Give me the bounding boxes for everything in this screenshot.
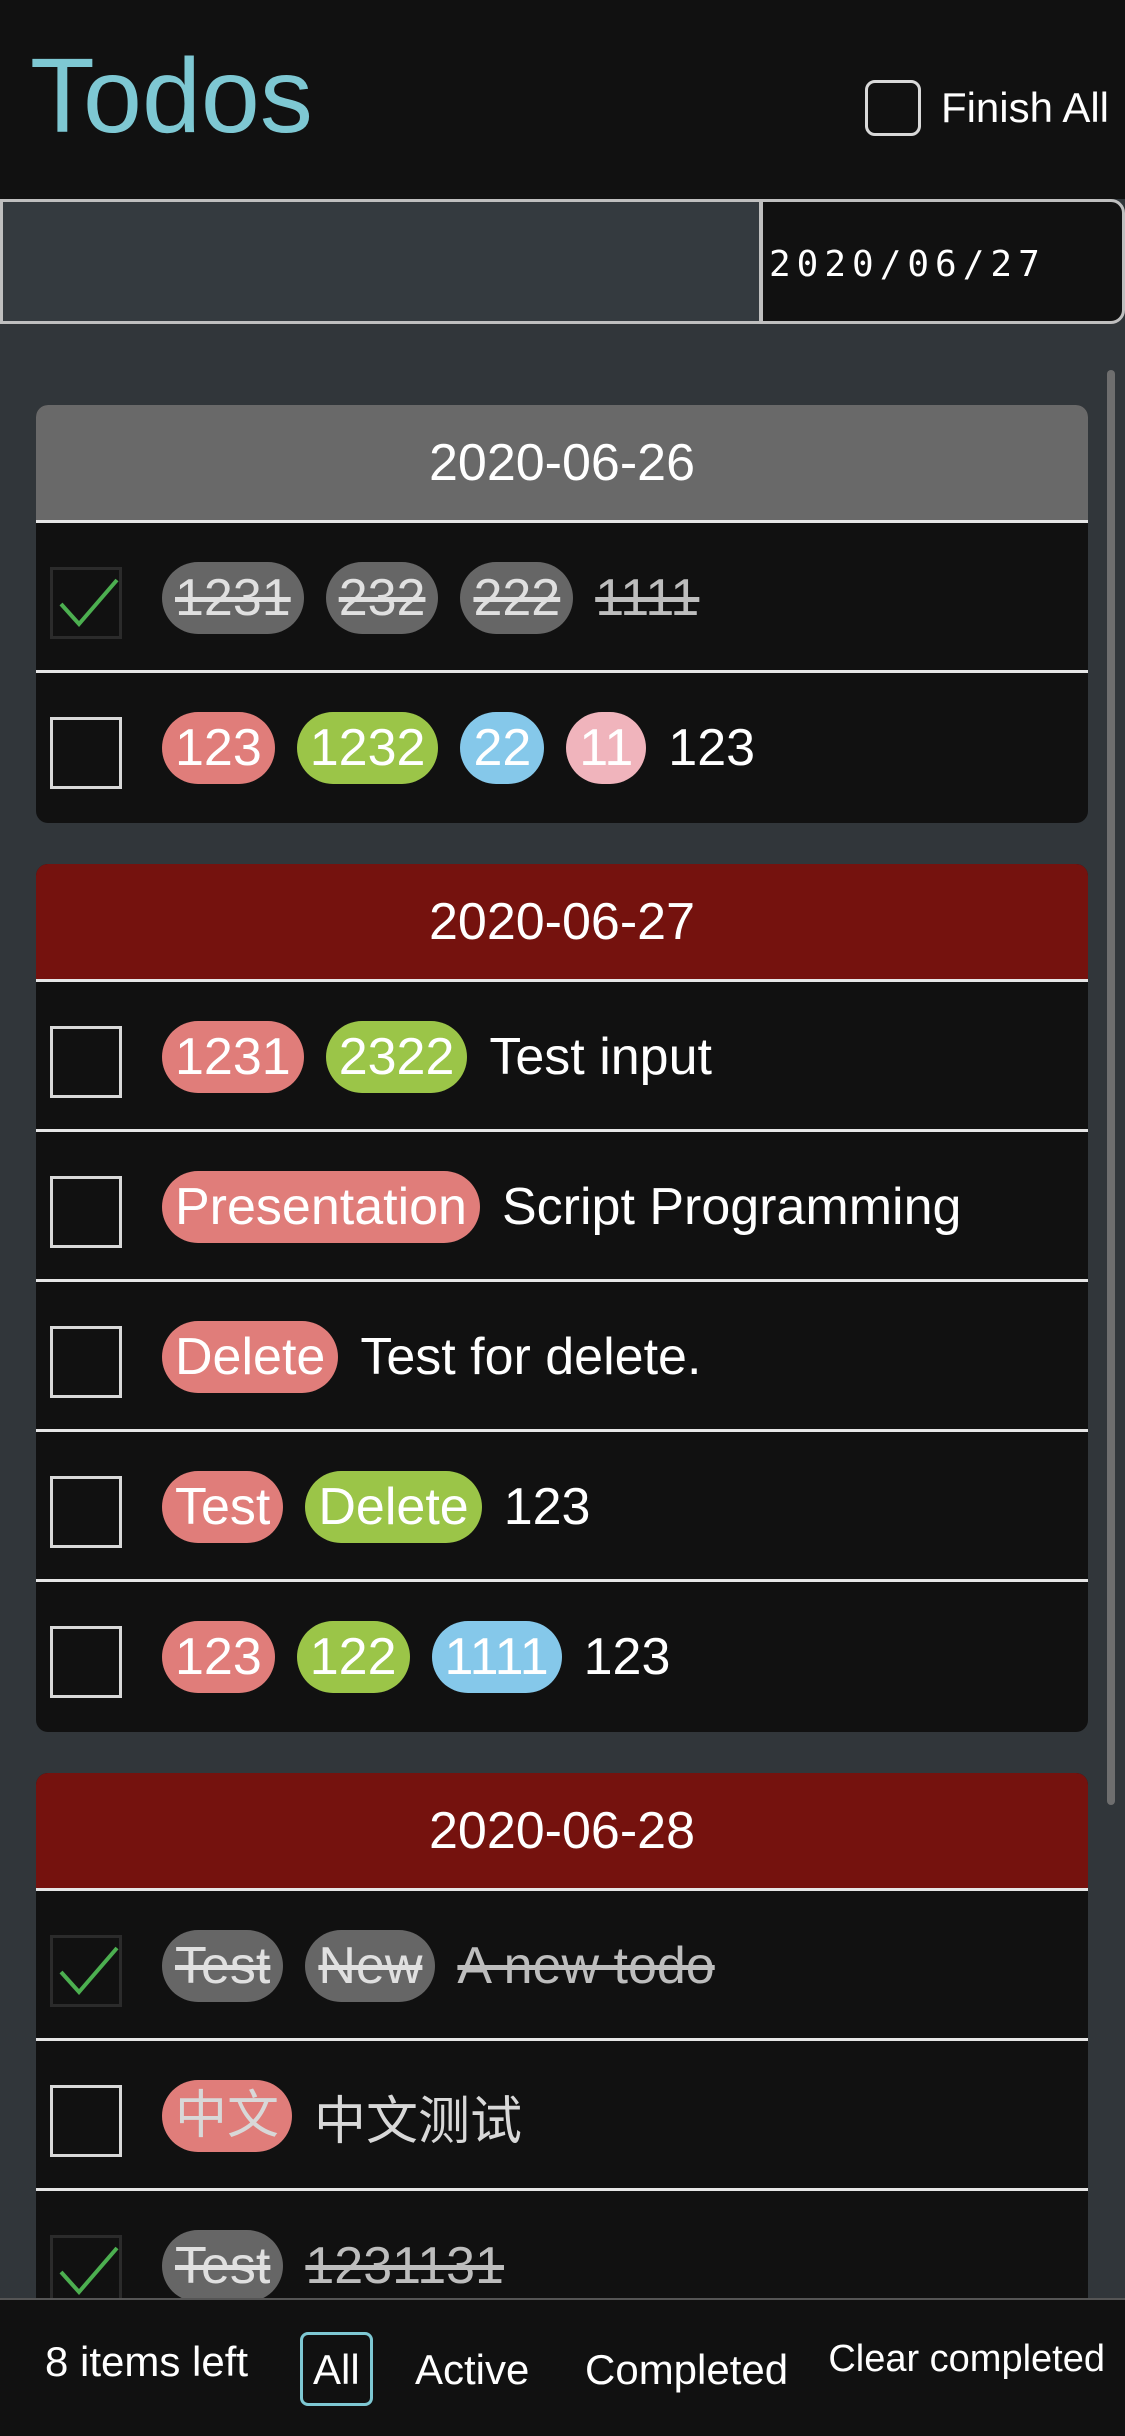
filter-all[interactable]: All <box>300 2332 373 2406</box>
todo-item: Test Delete 123 <box>36 1432 1088 1582</box>
checkmark-icon <box>59 1946 119 1996</box>
finish-all-toggle[interactable]: Finish All <box>864 78 1109 138</box>
todo-text[interactable]: 123 <box>584 1627 671 1687</box>
todo-tag[interactable]: 222 <box>460 562 574 634</box>
todo-checkbox[interactable] <box>50 567 122 639</box>
todo-checkbox[interactable] <box>50 2085 122 2157</box>
todo-item: 1231 2322 Test input <box>36 982 1088 1132</box>
group-date-header: 2020-06-26 <box>36 405 1088 523</box>
todo-group: 2020-06-28 Test New A new todo 中文 中文测试 T… <box>36 1773 1088 2341</box>
todo-item: Delete Test for delete. <box>36 1282 1088 1432</box>
todo-tag[interactable]: 11 <box>566 712 647 784</box>
todo-checkbox[interactable] <box>50 1026 122 1098</box>
todo-tag[interactable]: 1231 <box>162 1021 304 1093</box>
todo-text[interactable]: 1111 <box>595 568 699 628</box>
todo-text[interactable]: 123 <box>668 718 755 778</box>
todo-tag[interactable]: New <box>305 1930 436 2002</box>
todo-checkbox[interactable] <box>50 1326 122 1398</box>
todo-checkbox[interactable] <box>50 1935 122 2007</box>
finish-all-checkbox[interactable] <box>864 80 921 136</box>
scrollbar[interactable] <box>1107 370 1115 1805</box>
checkmark-icon <box>59 2246 119 2296</box>
todo-text[interactable]: 1231131 <box>305 2236 504 2296</box>
todo-checkbox[interactable] <box>50 1176 122 1248</box>
todo-text[interactable]: Test input <box>489 1027 712 1087</box>
todo-tag[interactable]: 122 <box>296 1621 410 1693</box>
todo-tag[interactable]: Test <box>162 1471 284 1543</box>
todo-checkbox[interactable] <box>50 2235 122 2307</box>
todo-item: 123 122 1111 123 <box>36 1582 1088 1732</box>
new-todo-row: 2020/06/27 <box>0 199 1125 324</box>
todo-tag[interactable]: 1232 <box>296 712 439 784</box>
app-title: Todos <box>30 37 313 155</box>
todo-tag[interactable]: 1231 <box>162 562 304 634</box>
todo-checkbox[interactable] <box>50 1626 122 1698</box>
todo-tag[interactable]: Presentation <box>162 1171 480 1243</box>
filter-completed[interactable]: Completed <box>572 2332 801 2406</box>
date-input[interactable]: 2020/06/27 <box>760 199 1125 324</box>
checkmark-icon <box>59 578 119 628</box>
todo-tag[interactable]: Delete <box>305 1471 482 1543</box>
todo-tag[interactable]: Delete <box>162 1321 339 1393</box>
app-header: Todos Finish All <box>0 0 1125 199</box>
todo-tag[interactable]: 123 <box>162 1621 275 1693</box>
clear-completed-button[interactable]: Clear completed <box>828 2338 1105 2381</box>
todo-item: 1231 232 222 1111 <box>36 523 1088 673</box>
todo-item: Test New A new todo <box>36 1891 1088 2041</box>
items-left-count: 8 items left <box>45 2338 249 2385</box>
group-date-header: 2020-06-27 <box>36 864 1088 982</box>
todo-tag[interactable]: 123 <box>162 712 275 784</box>
todo-tag[interactable]: 232 <box>325 562 439 634</box>
todo-checkbox[interactable] <box>50 1476 122 1548</box>
todo-tag[interactable]: Test <box>162 1930 284 2002</box>
todo-text[interactable]: Test for delete. <box>360 1327 701 1387</box>
todo-tag[interactable]: 22 <box>460 712 545 784</box>
todo-checkbox[interactable] <box>50 717 122 789</box>
new-todo-input[interactable] <box>0 199 762 324</box>
todo-tag[interactable]: 1111 <box>431 1621 562 1693</box>
todo-tag[interactable]: 中文 <box>162 2080 293 2152</box>
todo-text[interactable]: 123 <box>504 1477 591 1537</box>
group-date-header: 2020-06-28 <box>36 1773 1088 1891</box>
filter-active[interactable]: Active <box>402 2332 542 2406</box>
todo-text[interactable]: A new todo <box>457 1936 714 1996</box>
footer-bar: 8 items left All Active Completed Clear … <box>0 2298 1125 2436</box>
todo-text[interactable]: 中文测试 <box>314 2079 522 2154</box>
todo-item: Presentation Script Programming <box>36 1132 1088 1282</box>
todo-item: 123 1232 22 11 123 <box>36 673 1088 823</box>
todo-tag[interactable]: 2322 <box>325 1021 468 1093</box>
todo-group: 2020-06-26 1231 232 222 1111 123 1232 22… <box>36 405 1088 823</box>
todo-group: 2020-06-27 1231 2322 Test input Presenta… <box>36 864 1088 1732</box>
date-input-value: 2020/06/27 <box>769 244 1046 285</box>
todo-item: 中文 中文测试 <box>36 2041 1088 2191</box>
todo-text[interactable]: Script Programming <box>502 1177 961 1237</box>
todo-tag[interactable]: Test <box>162 2230 284 2302</box>
finish-all-label: Finish All <box>940 84 1109 131</box>
